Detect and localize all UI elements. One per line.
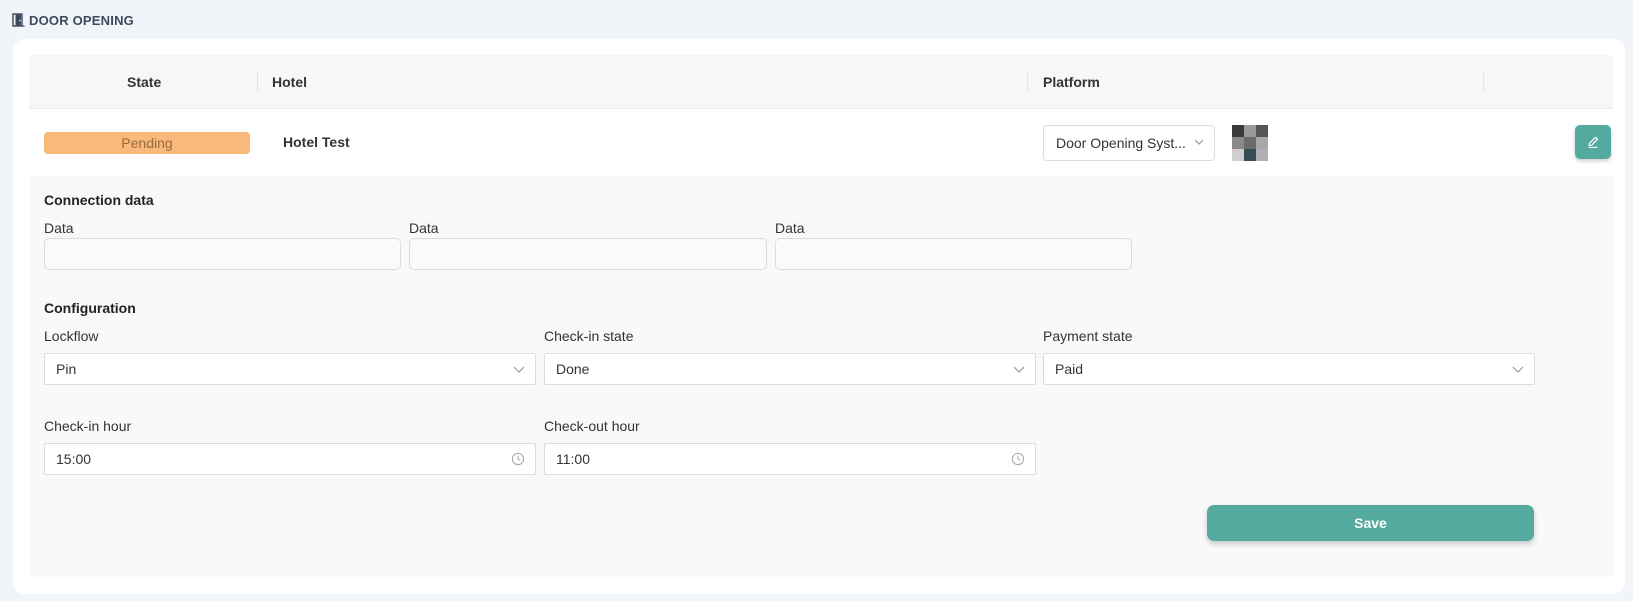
chevron-down-icon (1512, 366, 1524, 373)
pencil-icon (1588, 136, 1599, 148)
edit-button[interactable] (1575, 125, 1611, 159)
data-input-2[interactable] (409, 238, 767, 270)
column-header-hotel[interactable]: Hotel (272, 55, 307, 109)
data-input-3[interactable] (775, 238, 1132, 270)
checkout-hour-picker[interactable]: 11:00 (544, 443, 1036, 475)
status-badge: Pending (44, 132, 250, 154)
checkin-hour-value: 15:00 (56, 451, 92, 467)
checkin-hour-picker[interactable]: 15:00 (44, 443, 536, 475)
data-field-label: Data (409, 220, 439, 236)
detail-panel: Connection data Data Data Data Configura… (29, 176, 1613, 577)
payment-state-select[interactable]: Paid (1043, 353, 1535, 385)
lockflow-label: Lockflow (44, 328, 99, 344)
chevron-down-icon (1194, 139, 1204, 145)
column-separator (1027, 71, 1028, 91)
connection-data-title: Connection data (44, 192, 154, 208)
door-opening-card: State Hotel Platform Pending Hotel Test … (13, 39, 1625, 594)
platform-select-value: Door Opening Syst... (1056, 135, 1186, 151)
save-button[interactable]: Save (1207, 505, 1534, 541)
checkin-state-value: Done (556, 361, 590, 377)
checkout-hour-value: 11:00 (556, 451, 590, 467)
data-input-1[interactable] (44, 238, 401, 270)
door-icon (12, 13, 25, 27)
checkout-hour-label: Check-out hour (544, 418, 640, 434)
hotel-name: Hotel Test (283, 134, 350, 150)
column-separator (1483, 71, 1484, 91)
table-header: State Hotel Platform (29, 55, 1613, 109)
clock-icon (511, 452, 525, 466)
column-header-state[interactable]: State (127, 55, 161, 109)
data-field-label: Data (44, 220, 74, 236)
checkin-state-select[interactable]: Done (544, 353, 1036, 385)
checkin-hour-label: Check-in hour (44, 418, 132, 434)
column-header-platform[interactable]: Platform (1043, 55, 1100, 109)
payment-state-value: Paid (1055, 361, 1084, 377)
chevron-down-icon (513, 366, 525, 373)
platform-select[interactable]: Door Opening Syst... (1043, 125, 1215, 161)
table-row[interactable]: Pending Hotel Test Door Opening Syst... (29, 110, 1613, 176)
clock-icon (1011, 452, 1025, 466)
page-title: DOOR OPENING (29, 12, 134, 28)
checkin-state-label: Check-in state (544, 328, 634, 344)
chevron-down-icon (1013, 366, 1025, 373)
page-header: DOOR OPENING (12, 11, 134, 29)
column-separator (257, 71, 258, 91)
lockflow-select[interactable]: Pin (44, 353, 536, 385)
configuration-title: Configuration (44, 300, 136, 316)
platform-logo (1232, 125, 1268, 161)
payment-state-label: Payment state (1043, 328, 1133, 344)
data-field-label: Data (775, 220, 805, 236)
lockflow-value: Pin (56, 361, 77, 377)
